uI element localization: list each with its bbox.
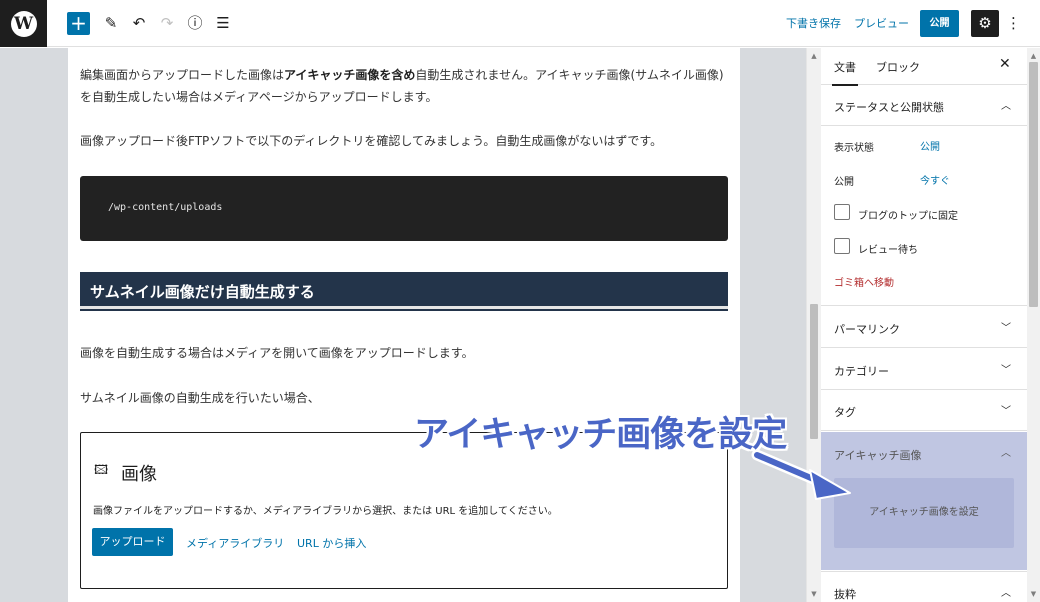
- visibility-label: 表示状態: [834, 143, 874, 154]
- image-icon: 🖾: [94, 463, 109, 478]
- save-draft-button[interactable]: 下書き保存: [786, 15, 841, 31]
- excerpt-panel-title: 抜粋: [834, 588, 856, 601]
- pencil-icon[interactable]: ✎: [100, 12, 122, 34]
- paragraph-text: 編集画面からアップロードした画像は: [80, 68, 285, 82]
- upload-button[interactable]: アップロード: [92, 528, 173, 556]
- chevron-up-icon[interactable]: ︿: [1001, 444, 1011, 459]
- sticky-label: ブログのトップに固定: [858, 211, 958, 222]
- publish-button[interactable]: 公開: [920, 10, 959, 37]
- editor-scrollbar-thumb[interactable]: [810, 304, 818, 439]
- heading-text: サムネイル画像だけ自動生成する: [90, 283, 315, 301]
- tags-panel-title: タグ: [834, 406, 856, 419]
- publish-date-toggle[interactable]: 今すぐ: [920, 172, 950, 187]
- info-icon[interactable]: ⓘ: [184, 12, 206, 34]
- tab-block[interactable]: ブロック: [876, 59, 920, 75]
- media-library-button[interactable]: メディアライブラリ: [186, 535, 284, 551]
- chevron-down-icon: ﹀: [1001, 406, 1011, 417]
- paragraph-block[interactable]: 画像を自動生成する場合はメディアを開いて画像をアップロードします。: [80, 342, 730, 364]
- add-block-button[interactable]: +: [67, 12, 90, 35]
- post-content: 編集画面からアップロードした画像はアイキャッチ画像を含め自動生成されません。アイ…: [68, 48, 740, 602]
- set-featured-image-button[interactable]: アイキャッチ画像を設定: [834, 478, 1014, 548]
- settings-sidebar: 文書 ブロック ✕ ステータスと公開状態 ︿ 表示状態 公開 公開 今すぐ ブロ…: [821, 48, 1027, 602]
- pending-review-label: レビュー待ち: [858, 245, 918, 256]
- chevron-down-icon: ﹀: [1001, 365, 1011, 376]
- wordpress-logo-icon: W: [10, 10, 37, 37]
- editor-scrollbar[interactable]: ▲ ▼: [806, 48, 821, 602]
- featured-image-panel: アイキャッチ画像 ︿ アイキャッチ画像を設定: [821, 432, 1027, 570]
- heading-block[interactable]: サムネイル画像だけ自動生成する: [80, 272, 728, 311]
- featured-image-panel-title[interactable]: アイキャッチ画像: [834, 447, 921, 463]
- bold-text: アイキャッチ画像を含め: [284, 68, 416, 82]
- chevron-down-icon: ﹀: [1001, 323, 1011, 334]
- categories-panel-header[interactable]: カテゴリー ﹀: [821, 349, 1027, 390]
- code-block[interactable]: /wp-content/uploads: [80, 176, 728, 241]
- scroll-up-icon[interactable]: ▲: [1027, 50, 1040, 62]
- scroll-down-icon[interactable]: ▼: [807, 588, 821, 600]
- list-view-icon[interactable]: ☰: [212, 12, 234, 34]
- undo-icon[interactable]: ↶: [128, 12, 150, 34]
- insert-from-url-button[interactable]: URL から挿入: [297, 535, 366, 551]
- status-panel-title: ステータスと公開状態: [834, 101, 944, 114]
- image-block-title: 画像: [121, 464, 157, 485]
- close-icon[interactable]: ✕: [999, 56, 1011, 72]
- categories-panel-title: カテゴリー: [834, 365, 889, 378]
- wordpress-logo-button[interactable]: W: [0, 0, 47, 47]
- pending-review-checkbox[interactable]: [834, 238, 850, 254]
- scroll-up-icon[interactable]: ▲: [807, 50, 821, 62]
- move-to-trash-button[interactable]: ゴミ箱へ移動: [834, 274, 894, 289]
- paragraph-block[interactable]: 画像アップロード後FTPソフトで以下のディレクトリを確認してみましょう。自動生成…: [80, 130, 730, 152]
- sidebar-tabs: 文書 ブロック ✕: [821, 48, 1027, 86]
- chevron-up-icon: ︿: [1001, 588, 1011, 599]
- gear-icon[interactable]: ⚙: [971, 10, 999, 37]
- tags-panel-header[interactable]: タグ ﹀: [821, 390, 1027, 431]
- more-vertical-icon[interactable]: ⋮: [1006, 12, 1021, 34]
- publish-label: 公開: [834, 177, 854, 188]
- excerpt-panel-header[interactable]: 抜粋 ︿: [821, 571, 1027, 602]
- image-block-instructions: 画像ファイルをアップロードするか、メディアライブラリから選択、または URL を…: [93, 506, 558, 517]
- paragraph-block[interactable]: 編集画面からアップロードした画像はアイキャッチ画像を含め自動生成されません。アイ…: [80, 64, 730, 108]
- scroll-down-icon[interactable]: ▼: [1027, 588, 1040, 600]
- status-panel-header[interactable]: ステータスと公開状態 ︿: [821, 85, 1027, 126]
- sidebar-scrollbar[interactable]: ▲ ▼: [1027, 48, 1040, 602]
- editor-toolbar: W + ✎ ↶ ↷ ⓘ ☰ 下書き保存 プレビュー 公開 ⚙ ⋮: [0, 0, 1040, 47]
- permalink-panel-title: パーマリンク: [834, 323, 900, 336]
- preview-button[interactable]: プレビュー: [854, 15, 909, 31]
- sidebar-scrollbar-thumb[interactable]: [1029, 62, 1038, 307]
- annotation-callout-text: アイキャッチ画像を設定: [414, 415, 787, 455]
- code-text: /wp-content/uploads: [108, 202, 223, 213]
- sticky-checkbox[interactable]: [834, 204, 850, 220]
- tab-document[interactable]: 文書: [832, 59, 858, 86]
- permalink-panel-header[interactable]: パーマリンク ﹀: [821, 307, 1027, 348]
- chevron-up-icon: ︿: [1001, 101, 1011, 112]
- visibility-toggle[interactable]: 公開: [920, 138, 940, 153]
- redo-icon[interactable]: ↷: [156, 12, 178, 34]
